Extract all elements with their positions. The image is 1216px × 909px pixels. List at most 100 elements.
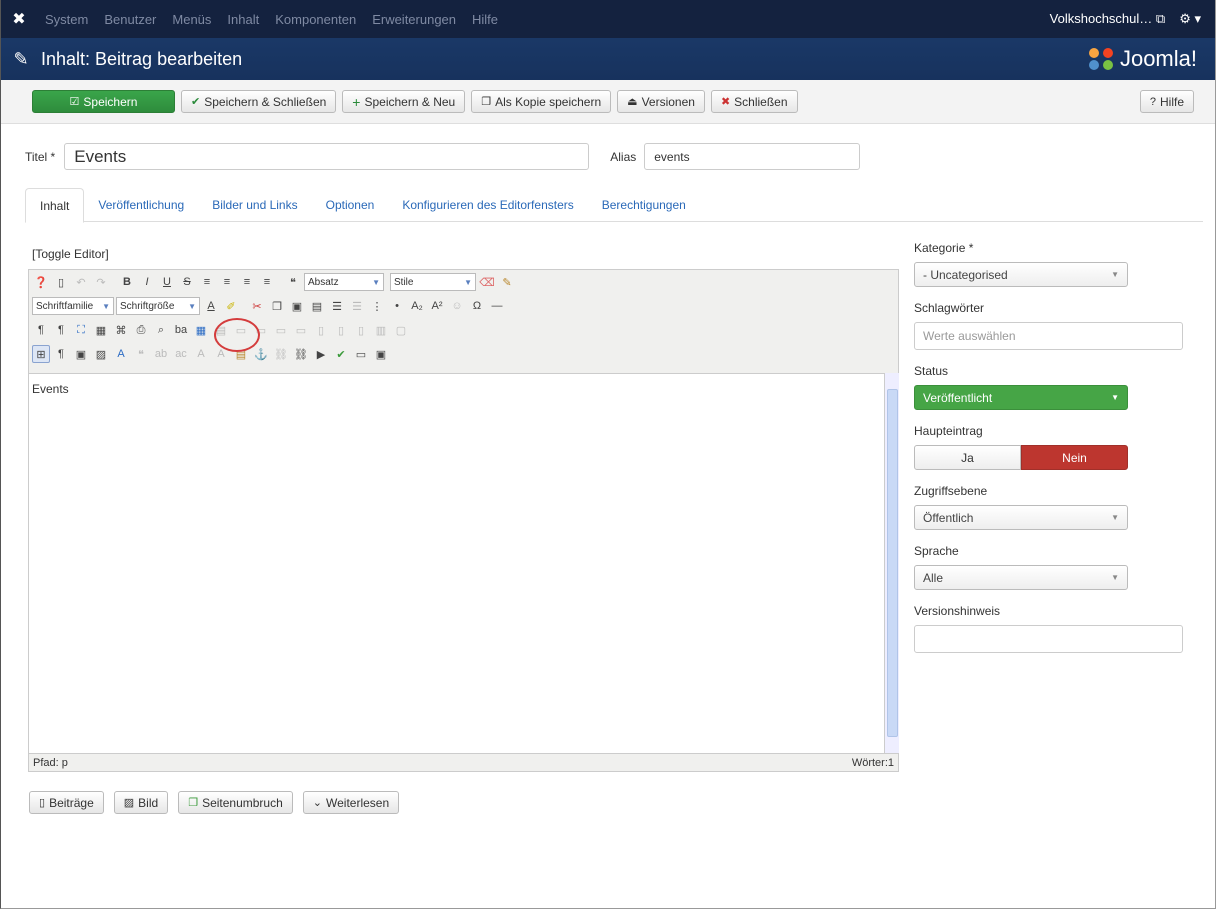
menu-users[interactable]: Benutzer: [96, 12, 164, 27]
site-link[interactable]: Volkshochschul… ⧉: [1050, 11, 1166, 27]
special-char-icon[interactable]: Ω: [468, 297, 486, 315]
articles-button[interactable]: ▯ Beiträge: [29, 791, 104, 814]
template-icon[interactable]: ▣: [72, 345, 90, 363]
image-button[interactable]: ▨ Bild: [113, 791, 169, 814]
pagebreak-icon[interactable]: ▭: [352, 345, 370, 363]
eraser-icon[interactable]: ⌫: [478, 273, 496, 291]
paste-icon[interactable]: ▣: [288, 297, 306, 315]
font-size-select[interactable]: Schriftgröße ▼: [116, 297, 200, 315]
undo-icon[interactable]: ↶: [72, 273, 90, 291]
horizontal-rule-icon[interactable]: —: [488, 297, 506, 315]
subscript-icon[interactable]: A₂: [408, 297, 426, 315]
tab-editor-config[interactable]: Konfigurieren des Editorfensters: [388, 188, 587, 222]
justify-icon[interactable]: ≡: [258, 273, 276, 291]
versions-button[interactable]: ⏏ Versionen: [617, 90, 705, 113]
col-after-icon[interactable]: ▯: [332, 321, 350, 339]
menu-system[interactable]: System: [37, 12, 96, 27]
editor-scrollbar[interactable]: [884, 373, 899, 753]
numbered-list-icon[interactable]: ⋮: [368, 297, 386, 315]
style-icon[interactable]: A: [112, 345, 130, 363]
brush-icon[interactable]: ✎: [498, 273, 516, 291]
col-before-icon[interactable]: ▯: [312, 321, 330, 339]
tab-publishing[interactable]: Veröffentlichung: [84, 188, 198, 222]
superscript-icon[interactable]: A²: [428, 297, 446, 315]
pagebreak-button[interactable]: ❐ Seitenumbruch: [178, 791, 293, 814]
version-note-input[interactable]: [914, 625, 1183, 653]
search-icon[interactable]: ⌕: [152, 321, 170, 339]
joomla-menu-icon[interactable]: ✖: [1, 9, 37, 29]
language-select[interactable]: Alle ▼: [914, 565, 1128, 590]
menu-content[interactable]: Inhalt: [219, 12, 267, 27]
del-icon[interactable]: A: [192, 345, 210, 363]
rtl-icon[interactable]: ¶: [52, 321, 70, 339]
copy-icon[interactable]: ❐: [268, 297, 286, 315]
tab-content[interactable]: Inhalt: [25, 188, 85, 223]
outdent-icon[interactable]: ☰: [348, 297, 366, 315]
tab-permissions[interactable]: Berechtigungen: [588, 188, 700, 222]
media-icon[interactable]: ▶: [312, 345, 330, 363]
unlink-icon[interactable]: ⛓: [272, 345, 290, 363]
scrollbar-thumb[interactable]: [887, 389, 898, 737]
status-select[interactable]: Veröffentlicht ▼: [914, 385, 1128, 410]
menu-menus[interactable]: Menüs: [164, 12, 219, 27]
spellcheck-icon[interactable]: ✔: [332, 345, 350, 363]
print-icon[interactable]: ⎙: [132, 321, 150, 339]
help-button[interactable]: ? Hilfe: [1139, 90, 1194, 113]
cite-icon[interactable]: ❝: [132, 345, 150, 363]
row-delete-icon[interactable]: ▭: [292, 321, 310, 339]
fullscreen-icon[interactable]: ⛶: [72, 321, 90, 339]
preview-icon[interactable]: ▦: [92, 321, 110, 339]
style-select[interactable]: Stile ▼: [390, 273, 476, 291]
new-document-icon[interactable]: ▯: [52, 273, 70, 291]
highlight-icon[interactable]: ✐: [222, 297, 240, 315]
split-cells-icon[interactable]: ▥: [372, 321, 390, 339]
ltr-icon[interactable]: ¶: [32, 321, 50, 339]
code-icon[interactable]: ⌘: [112, 321, 130, 339]
show-blocks-icon[interactable]: ¶: [52, 345, 70, 363]
access-select[interactable]: Öffentlich ▼: [914, 505, 1128, 530]
category-select[interactable]: - Uncategorised ▼: [914, 262, 1128, 287]
link-icon[interactable]: ⛓: [292, 345, 310, 363]
editor-content-area[interactable]: Events: [29, 373, 884, 753]
alias-input[interactable]: events: [644, 143, 861, 170]
gear-icon[interactable]: ⚙ ▾: [1179, 11, 1201, 27]
bold-icon[interactable]: B: [118, 273, 136, 291]
layer-icon[interactable]: ▣: [372, 345, 390, 363]
acronym-icon[interactable]: ac: [172, 345, 190, 363]
text-color-icon[interactable]: A: [202, 297, 220, 315]
emoticon-icon[interactable]: ☺: [448, 297, 466, 315]
row-after-icon[interactable]: ▭: [272, 321, 290, 339]
tab-images-links[interactable]: Bilder und Links: [198, 188, 311, 222]
table-icon[interactable]: ▦: [192, 321, 210, 339]
menu-help[interactable]: Hilfe: [464, 12, 506, 27]
tags-input[interactable]: Werte auswählen: [914, 322, 1183, 350]
visual-aid-icon[interactable]: ⊞: [32, 345, 50, 363]
anchor-icon[interactable]: ⚓: [252, 345, 270, 363]
font-family-select[interactable]: Schriftfamilie ▼: [32, 297, 114, 315]
align-right-icon[interactable]: ≡: [238, 273, 256, 291]
paste-text-icon[interactable]: ▤: [308, 297, 326, 315]
help-icon[interactable]: ❓: [32, 273, 50, 291]
merge-cells-icon[interactable]: ▢: [392, 321, 410, 339]
blockquote-icon[interactable]: ❝: [284, 273, 302, 291]
insert-image-icon[interactable]: ▨: [92, 345, 110, 363]
replace-icon[interactable]: ba: [172, 321, 190, 339]
save-button[interactable]: ☑ Speichern: [32, 90, 175, 113]
tab-options[interactable]: Optionen: [312, 188, 389, 222]
align-center-icon[interactable]: ≡: [218, 273, 236, 291]
save-copy-button[interactable]: ❐ Als Kopie speichern: [471, 90, 612, 113]
featured-no-button[interactable]: Nein: [1021, 445, 1128, 470]
bullet-list-icon[interactable]: •: [388, 297, 406, 315]
col-delete-icon[interactable]: ▯: [352, 321, 370, 339]
underline-icon[interactable]: U: [158, 273, 176, 291]
menu-components[interactable]: Komponenten: [267, 12, 364, 27]
menu-extensions[interactable]: Erweiterungen: [364, 12, 464, 27]
abbr-icon[interactable]: ab: [152, 345, 170, 363]
italic-icon[interactable]: I: [138, 273, 156, 291]
close-button[interactable]: ✖ Schließen: [710, 90, 798, 113]
title-input[interactable]: Events: [64, 143, 590, 170]
featured-yes-button[interactable]: Ja: [914, 445, 1021, 470]
cut-icon[interactable]: ✂: [248, 297, 266, 315]
save-close-button[interactable]: ✔ Speichern & Schließen: [181, 90, 337, 113]
strikethrough-icon[interactable]: S: [178, 273, 196, 291]
